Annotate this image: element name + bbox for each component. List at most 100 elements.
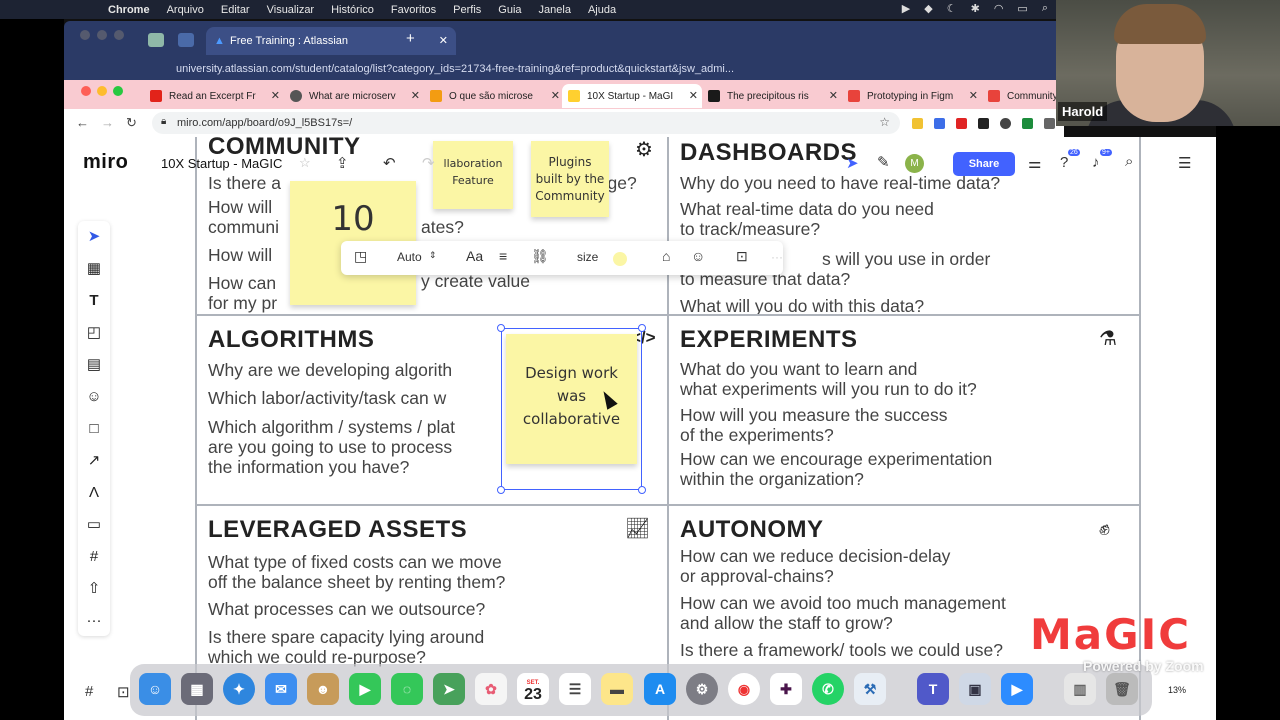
upload-icon[interactable]: ⇧ <box>78 577 110 601</box>
experiments-cell[interactable]: EXPERIMENTS What do you want to learn an… <box>667 314 1141 506</box>
chrome-icon[interactable]: ◉ <box>728 673 760 705</box>
whatsapp-icon[interactable]: ✆ <box>812 673 844 705</box>
card-icon[interactable]: ▤ <box>78 353 110 377</box>
flag-icon[interactable]: ◆ <box>924 2 932 15</box>
resize-handle[interactable] <box>497 324 505 332</box>
extension-icon[interactable] <box>1044 118 1055 129</box>
help-icon[interactable]: ? <box>1060 154 1068 171</box>
menu-historico[interactable]: Histórico <box>331 4 374 16</box>
templates-icon[interactable]: ▦ <box>78 257 110 281</box>
system-preferences-icon[interactable]: ⚙ <box>686 673 718 705</box>
redo-icon[interactable]: ↷ <box>422 154 435 172</box>
font-style-button[interactable]: Aa <box>466 248 483 264</box>
photos-icon[interactable]: ✿ <box>475 673 507 705</box>
menu-chrome[interactable]: Chrome <box>108 4 150 16</box>
menu-visualizar[interactable]: Visualizar <box>267 4 315 16</box>
tab-precipitous-rise[interactable]: The precipitous ris ✕ <box>702 84 842 108</box>
tab-free-training[interactable]: ▲ Free Training : Atlassian ✕ <box>206 27 456 55</box>
tab-read-excerpt[interactable]: Read an Excerpt Fr ✕ <box>144 84 284 108</box>
tab-prototyping-figma[interactable]: Prototyping in Figm ✕ <box>842 84 982 108</box>
search-icon[interactable]: ⌕ <box>1125 153 1133 170</box>
close-window-button[interactable] <box>80 30 90 40</box>
emoji-icon[interactable]: ☺ <box>691 248 705 264</box>
linkedin-tab[interactable] <box>178 33 194 47</box>
finder-icon[interactable]: ☺ <box>139 673 171 705</box>
font-size-auto[interactable]: Auto <box>397 250 422 264</box>
address-bar[interactable]: university.atlassian.com/student/catalog… <box>130 60 1050 78</box>
link-icon[interactable]: ⛓ <box>531 248 549 265</box>
extension-icon[interactable] <box>934 118 945 129</box>
extension-icon[interactable] <box>912 118 923 129</box>
app-store-icon[interactable]: A <box>644 673 676 705</box>
comment-icon[interactable]: ▭ <box>78 513 110 537</box>
close-tab-icon[interactable]: ✕ <box>411 89 420 102</box>
forward-button[interactable]: → <box>101 115 114 130</box>
pen-icon[interactable]: Λ <box>78 481 110 505</box>
color-swatch[interactable] <box>613 252 627 266</box>
close-tab-icon[interactable]: ✕ <box>689 89 698 102</box>
settings-sliders-icon[interactable]: ⚌ <box>1028 154 1041 172</box>
dashboards-cell[interactable]: DASHBOARDS Why do you need to have real-… <box>667 137 1141 316</box>
new-tab-button[interactable]: + <box>406 30 415 47</box>
menu-janela[interactable]: Janela <box>539 4 571 16</box>
frame-icon[interactable]: # <box>78 545 110 569</box>
text-tool-icon[interactable]: T <box>78 289 110 313</box>
board-canvas[interactable]: COMMUNITY Is there a ve rage? How will c… <box>195 137 1141 720</box>
wifi-icon[interactable]: ◠ <box>994 2 1004 15</box>
close-tab-icon[interactable]: ✕ <box>271 89 280 102</box>
tag-icon[interactable]: ⌂ <box>662 248 670 264</box>
miro-logo[interactable]: miro <box>83 151 128 174</box>
bookmark-star-icon[interactable]: ☆ <box>879 115 890 129</box>
share-button[interactable]: Share <box>953 152 1015 176</box>
extension-icon[interactable] <box>956 118 967 129</box>
maps-icon[interactable]: ➤ <box>433 673 465 705</box>
moon-icon[interactable]: ☾ <box>947 2 957 15</box>
teams-icon[interactable]: T <box>917 673 949 705</box>
extension-icon[interactable] <box>1000 118 1011 129</box>
select-tool-icon[interactable]: ➤ <box>78 225 110 249</box>
search-icon[interactable]: ⌕ <box>1042 2 1048 15</box>
contacts-icon[interactable]: ☻ <box>307 673 339 705</box>
address-bar[interactable]: 🔒︎ miro.com/app/board/o9J_l5BS17s=/ ☆ <box>152 112 900 134</box>
messages-icon[interactable]: ◌ <box>391 673 423 705</box>
reload-button[interactable]: ↻ <box>126 115 137 131</box>
close-tab-icon[interactable]: ✕ <box>551 89 560 102</box>
bell-icon[interactable]: ♪ <box>1092 154 1100 171</box>
preview-icon[interactable]: ▣ <box>959 673 991 705</box>
resize-handle[interactable] <box>497 486 505 494</box>
export-icon[interactable]: ⇪ <box>336 154 349 172</box>
zoom-icon[interactable]: ▶ <box>1001 673 1033 705</box>
align-icon[interactable]: ≡ <box>499 248 507 264</box>
minimize-window-button[interactable] <box>97 30 107 40</box>
reminders-icon[interactable]: ☰ <box>559 673 591 705</box>
tab-microservices[interactable]: What are microserv ✕ <box>284 84 424 108</box>
back-button[interactable]: ← <box>76 115 89 130</box>
resize-handle[interactable] <box>638 324 646 332</box>
trash-icon[interactable]: 🗑︎ <box>1106 673 1138 705</box>
battery-icon[interactable]: ▭ <box>1017 2 1027 15</box>
avatar[interactable]: M <box>905 154 924 173</box>
extension-icon[interactable] <box>1022 118 1033 129</box>
menu-editar[interactable]: Editar <box>221 4 250 16</box>
notes-icon[interactable]: ▬ <box>601 673 633 705</box>
menu-guia[interactable]: Guia <box>498 4 521 16</box>
cursor-follow-icon[interactable]: ➤ <box>846 154 859 172</box>
menu-arquivo[interactable]: Arquivo <box>167 4 204 16</box>
lock-icon[interactable]: ⊡ <box>736 248 748 265</box>
play-icon[interactable]: ▶ <box>902 2 910 15</box>
board-panel-icon[interactable]: ⊡ <box>117 683 130 701</box>
size-button[interactable]: size <box>577 250 598 264</box>
pinned-tab[interactable] <box>148 33 164 47</box>
undo-icon[interactable]: ↶ <box>383 154 396 172</box>
tab-community[interactable]: Community <box>982 84 1064 108</box>
sticky-note-plugins[interactable]: Plugins built by the Community <box>531 141 609 217</box>
connector-icon[interactable]: ↗ <box>78 449 110 473</box>
close-tab-icon[interactable]: ✕ <box>439 34 448 47</box>
sticky-note-icon[interactable]: ◰ <box>78 321 110 345</box>
menu-ajuda[interactable]: Ajuda <box>588 4 616 16</box>
resize-handle[interactable] <box>638 486 646 494</box>
bluetooth-icon[interactable]: ✱ <box>971 2 980 15</box>
launchpad-icon[interactable]: ▦ <box>181 673 213 705</box>
menu-favoritos[interactable]: Favoritos <box>391 4 436 16</box>
tab-10x-startup[interactable]: 10X Startup - MaGI ✕ <box>562 84 702 108</box>
